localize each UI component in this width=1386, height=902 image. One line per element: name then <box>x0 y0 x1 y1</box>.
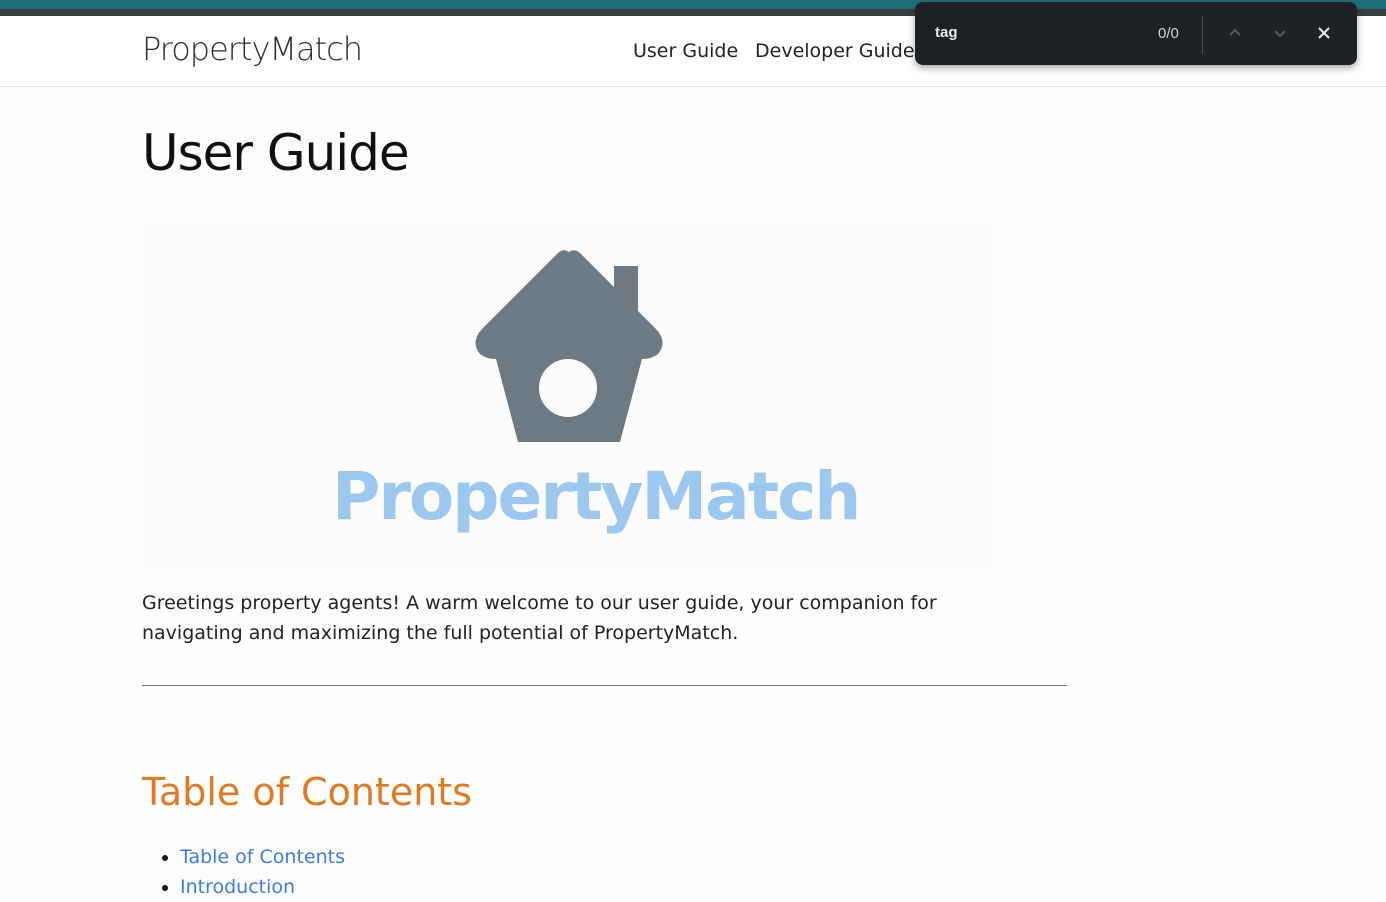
find-match-count: 0/0 <box>1158 25 1179 42</box>
brand-link[interactable]: PropertyMatch <box>142 30 363 68</box>
logo-wordmark: PropertyMatch <box>332 458 861 535</box>
hero-logo-image: PropertyMatch <box>142 222 996 568</box>
toc-heading: Table of Contents <box>142 770 472 814</box>
list-item: Table of Contents <box>180 842 345 872</box>
find-previous-button[interactable] <box>1222 20 1248 46</box>
find-next-button[interactable] <box>1267 20 1293 46</box>
page-title: User Guide <box>142 124 410 182</box>
find-in-page-bar: tag 0/0 <box>915 2 1357 65</box>
close-icon <box>1318 27 1330 39</box>
find-separator <box>1202 16 1203 54</box>
list-item: Introduction <box>180 872 345 902</box>
chevron-up-icon <box>1229 28 1241 36</box>
nav-link-developer-guide[interactable]: Developer Guide <box>755 40 915 62</box>
nav-link-user-guide[interactable]: User Guide <box>633 40 738 62</box>
toc-link[interactable]: Introduction <box>180 876 295 898</box>
toc-list: Table of Contents Introduction <box>142 842 345 902</box>
chevron-down-icon <box>1274 30 1286 38</box>
section-divider <box>142 685 1067 686</box>
find-close-button[interactable] <box>1311 20 1337 46</box>
find-input[interactable]: tag <box>935 24 958 41</box>
toc-link[interactable]: Table of Contents <box>180 846 345 868</box>
intro-paragraph: Greetings property agents! A warm welcom… <box>142 592 937 644</box>
